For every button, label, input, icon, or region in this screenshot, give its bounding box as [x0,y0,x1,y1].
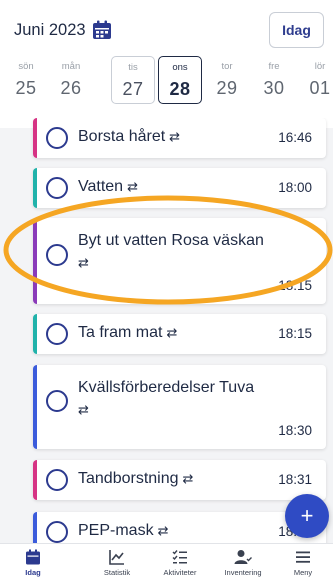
day-wed-selected[interactable]: ons 28 [158,56,202,104]
menu-icon [296,551,310,563]
day-fri[interactable]: fre 30 [252,56,296,104]
day-number: 26 [60,78,82,98]
day-name: fre [268,61,280,72]
day-name: ons [172,62,188,73]
day-name: lör [314,61,326,72]
repeat-icon: ⇄ [78,402,89,417]
task-item[interactable]: PEP-mask⇄ 18:45 [33,512,326,543]
task-item[interactable]: Tandborstning ⇄ 18:31 [33,460,326,500]
day-number: 25 [15,78,37,98]
task-item[interactable]: Byt ut vatten Rosa väskan ⇄ 18:15 [33,218,326,304]
task-checkbox[interactable] [46,390,68,412]
repeat-icon: ⇄ [157,523,169,538]
task-list[interactable]: Borsta håret ⇄ 16:46 Vatten ⇄ 18:00 Byt ut… [0,118,333,543]
task-title: Kvällsförberedelser Tuva ⇄ [78,377,313,421]
task-title-text: Vatten [78,178,124,195]
day-tue[interactable]: tis 27 [111,56,155,104]
calendar-icon [26,549,40,565]
repeat-icon: ⇄ [169,129,181,144]
task-color-bar [33,512,37,543]
nav-item-inventering[interactable]: Inventering [210,547,276,584]
day-thu[interactable]: tor 29 [205,56,249,104]
task-title: Byt ut vatten Rosa väskan ⇄ [78,230,313,274]
day-number: 27 [122,79,144,99]
chart-icon [109,550,124,565]
nav-label: Idag [25,568,41,577]
task-checkbox[interactable] [46,521,68,543]
task-time: 18:15 [278,278,312,293]
task-title: Tandborstning ⇄ [78,470,193,488]
day-number: 28 [169,79,191,99]
nav-label: Meny [293,568,313,577]
date-header: Juni 2023 Idag sön 25 mån 26 tis 27 ons [0,0,333,128]
task-title-text: Byt ut vatten Rosa väskan [78,232,264,249]
repeat-icon: ⇄ [78,255,89,270]
day-sun[interactable]: sön 25 [4,56,48,104]
repeat-icon: ⇄ [127,179,138,194]
today-button[interactable]: Idag [269,12,324,48]
task-title: Borsta håret ⇄ [78,128,180,146]
nav-item-idag[interactable]: Idag [0,547,66,584]
task-title-text: Kvällsförberedelser Tuva [78,379,255,396]
repeat-icon: ⇄ [182,471,194,486]
task-color-bar [33,314,37,354]
task-item[interactable]: Ta fram mat ⇄ 18:15 [33,314,326,354]
repeat-icon: ⇄ [166,325,178,340]
task-checkbox[interactable] [46,177,68,199]
day-name: tor [221,61,233,72]
day-number: 29 [216,78,238,98]
day-name: mån [61,61,81,72]
task-color-bar [33,365,37,449]
task-title: PEP-mask ⇄ [78,522,168,540]
task-time: 18:30 [278,423,312,438]
task-checkbox[interactable] [46,244,68,266]
task-time: 18:31 [278,472,312,487]
task-title-text: Borsta håret [78,128,166,145]
month-selector[interactable]: Juni 2023 [14,16,112,44]
day-name: tis [128,62,138,73]
task-title-text: Ta fram mat [78,324,163,341]
day-number: 01 [309,78,331,98]
task-title: Ta fram mat ⇄ [78,324,177,342]
day-mon[interactable]: mån 26 [49,56,93,104]
task-title: Vatten ⇄ [78,178,138,196]
task-title-text: PEP-mask [78,522,154,539]
month-label: Juni 2023 [14,20,86,39]
task-time: 18:00 [278,180,312,195]
task-item[interactable]: Borsta håret ⇄ 16:46 [33,118,326,158]
day-number: 30 [263,78,285,98]
task-color-bar [33,118,37,158]
calendar-icon[interactable] [92,20,112,40]
task-time: 16:46 [278,130,312,145]
task-color-bar [33,460,37,500]
bottom-nav: Idag Statistik Aktiviteter Inventering M… [0,543,333,584]
nav-item-meny[interactable]: Meny [270,547,333,584]
day-sat[interactable]: lör 01 [298,56,333,104]
add-task-button[interactable]: + [285,494,329,538]
task-time: 18:15 [278,326,312,341]
nav-label: Aktiviteter [163,568,197,577]
checklist-icon [172,550,187,564]
task-item[interactable]: Vatten ⇄ 18:00 [33,168,326,208]
task-checkbox[interactable] [46,323,68,345]
task-checkbox[interactable] [46,127,68,149]
task-item[interactable]: Kvällsförberedelser Tuva ⇄ 18:30 [33,365,326,449]
nav-item-statistik[interactable]: Statistik [84,547,150,584]
nav-label: Statistik [103,568,131,577]
task-color-bar [33,168,37,208]
task-color-bar [33,218,37,304]
nav-label: Inventering [224,568,262,577]
day-name: sön [18,61,34,72]
task-checkbox[interactable] [46,469,68,491]
person-check-icon [234,550,252,564]
nav-item-aktiviteter[interactable]: Aktiviteter [147,547,213,584]
task-title-text: Tandborstning [78,470,179,487]
